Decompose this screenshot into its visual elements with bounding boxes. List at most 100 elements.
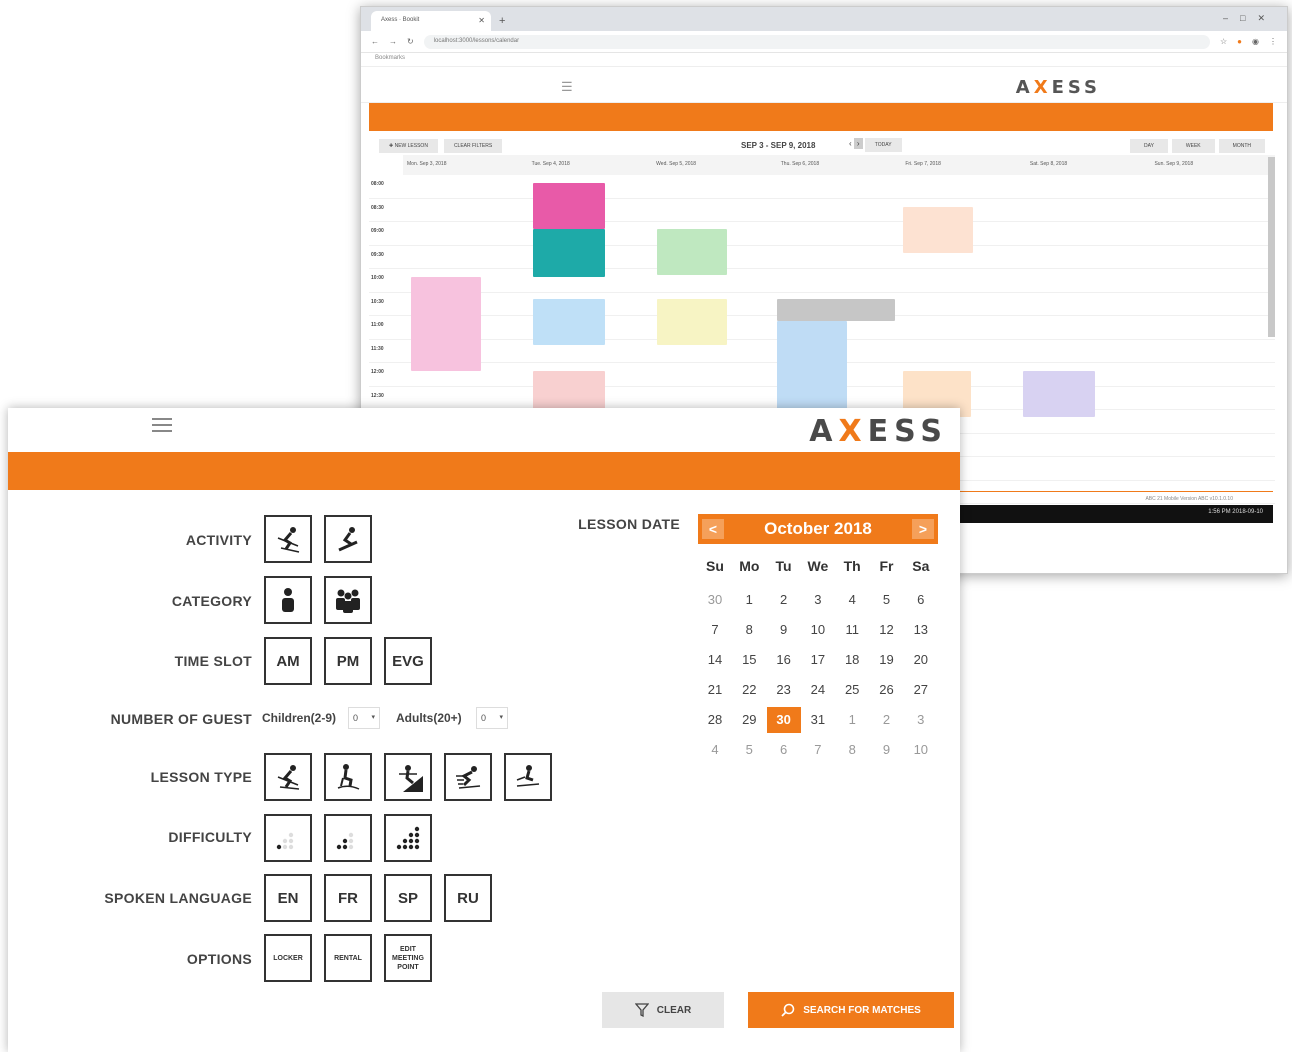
calendar-day[interactable]: 19: [870, 647, 904, 673]
browser-tab[interactable]: Axess · Bookit ✕: [371, 11, 491, 31]
calendar-event[interactable]: [1023, 371, 1095, 417]
star-icon[interactable]: ☆: [1220, 37, 1227, 46]
lesson-type-carving-button[interactable]: [264, 753, 312, 801]
forward-icon[interactable]: →: [389, 37, 397, 46]
calendar-event[interactable]: [533, 183, 605, 229]
calendar-event[interactable]: [777, 321, 847, 415]
calendar-day[interactable]: 30: [698, 587, 732, 613]
calendar-day[interactable]: 3: [801, 587, 835, 613]
view-month-button[interactable]: MONTH: [1218, 139, 1265, 153]
calendar-day[interactable]: 11: [835, 617, 869, 643]
calendar-day[interactable]: 4: [835, 587, 869, 613]
option-rental-button[interactable]: RENTAL: [324, 934, 372, 982]
time-slot-pm-button[interactable]: PM: [324, 637, 372, 685]
activity-snowboard-button[interactable]: [324, 515, 372, 563]
calendar-day[interactable]: 28: [698, 707, 732, 733]
calendar-day[interactable]: 12: [870, 617, 904, 643]
menu-icon[interactable]: ⋮: [1269, 37, 1277, 46]
time-slot-am-button[interactable]: AM: [264, 637, 312, 685]
language-sp-button[interactable]: SP: [384, 874, 432, 922]
profile-icon[interactable]: ◉: [1252, 37, 1259, 46]
adults-select[interactable]: 0 ▾: [476, 707, 508, 729]
category-private-button[interactable]: [264, 576, 312, 624]
calendar-day[interactable]: 14: [698, 647, 732, 673]
calendar-event[interactable]: [777, 299, 895, 321]
activity-ski-button[interactable]: [264, 515, 312, 563]
calendar-day[interactable]: 24: [801, 677, 835, 703]
calendar-day[interactable]: 13: [904, 617, 938, 643]
calendar-day[interactable]: 10: [904, 737, 938, 763]
url-input[interactable]: localhost:3000/lessons/calendar: [423, 34, 1210, 49]
calendar-day[interactable]: 9: [870, 737, 904, 763]
bookmarks-bar[interactable]: Bookmarks: [361, 53, 1287, 67]
calendar-day[interactable]: 21: [698, 677, 732, 703]
clear-button[interactable]: CLEAR: [602, 992, 724, 1028]
calendar-day[interactable]: 6: [904, 587, 938, 613]
lesson-type-freeride-button[interactable]: [504, 753, 552, 801]
option-edit-meeting-point-button[interactable]: EDIT MEETING POINT: [384, 934, 432, 982]
calendar-day[interactable]: 8: [732, 617, 766, 643]
calendar-day[interactable]: 23: [767, 677, 801, 703]
reload-icon[interactable]: ↻: [407, 37, 414, 46]
next-month-button[interactable]: >: [912, 519, 934, 539]
difficulty-beginner-button[interactable]: [264, 814, 312, 862]
calendar-day[interactable]: 26: [870, 677, 904, 703]
option-locker-button[interactable]: LOCKER: [264, 934, 312, 982]
difficulty-expert-button[interactable]: [384, 814, 432, 862]
calendar-day[interactable]: 15: [732, 647, 766, 673]
calendar-day[interactable]: 31: [801, 707, 835, 733]
calendar-event[interactable]: [411, 277, 481, 371]
calendar-day[interactable]: 16: [767, 647, 801, 673]
lesson-type-mogul-button[interactable]: [324, 753, 372, 801]
calendar-event[interactable]: [903, 207, 973, 253]
week-nav[interactable]: ‹ › TODAY: [849, 138, 908, 152]
language-ru-button[interactable]: RU: [444, 874, 492, 922]
calendar-event[interactable]: [533, 229, 605, 277]
calendar-day[interactable]: 27: [904, 677, 938, 703]
new-tab-icon[interactable]: +: [499, 14, 513, 28]
time-slot-evg-button[interactable]: EVG: [384, 637, 432, 685]
bg-scrollbar[interactable]: [1268, 157, 1275, 337]
calendar-day[interactable]: 20: [904, 647, 938, 673]
calendar-day[interactable]: 18: [835, 647, 869, 673]
hamburger-menu-icon[interactable]: [152, 418, 174, 434]
calendar-day[interactable]: 9: [767, 617, 801, 643]
calendar-day[interactable]: 5: [870, 587, 904, 613]
category-group-button[interactable]: [324, 576, 372, 624]
clear-filters-button[interactable]: CLEAR FILTERS: [443, 139, 503, 153]
new-lesson-button[interactable]: ✚ NEW LESSON: [379, 139, 438, 153]
calendar-day[interactable]: 6: [767, 737, 801, 763]
window-controls[interactable]: –□✕: [1223, 13, 1277, 24]
calendar-day[interactable]: 22: [732, 677, 766, 703]
calendar-day[interactable]: 4: [698, 737, 732, 763]
language-fr-button[interactable]: FR: [324, 874, 372, 922]
calendar-day[interactable]: 2: [870, 707, 904, 733]
calendar-day-selected[interactable]: 30: [766, 707, 801, 733]
calendar-day[interactable]: 29: [732, 707, 766, 733]
children-select[interactable]: 0 ▾: [348, 707, 380, 729]
lesson-type-race-button[interactable]: [444, 753, 492, 801]
calendar-day[interactable]: 2: [767, 587, 801, 613]
calendar-day[interactable]: 8: [835, 737, 869, 763]
prev-month-button[interactable]: <: [702, 519, 724, 539]
lesson-type-freestyle-button[interactable]: [384, 753, 432, 801]
calendar-day[interactable]: 10: [801, 617, 835, 643]
bg-hamburger-icon[interactable]: ☰: [561, 79, 573, 95]
extension-icon[interactable]: ●: [1237, 37, 1242, 46]
calendar-day[interactable]: 5: [732, 737, 766, 763]
calendar-event[interactable]: [657, 299, 727, 345]
close-tab-icon[interactable]: ✕: [478, 16, 485, 25]
language-en-button[interactable]: EN: [264, 874, 312, 922]
today-button[interactable]: TODAY: [864, 138, 902, 152]
calendar-event[interactable]: [657, 229, 727, 275]
back-icon[interactable]: ←: [371, 37, 379, 46]
calendar-day[interactable]: 17: [801, 647, 835, 673]
calendar-day[interactable]: 1: [732, 587, 766, 613]
calendar-day[interactable]: 1: [835, 707, 869, 733]
view-day-button[interactable]: DAY: [1130, 139, 1168, 153]
calendar-day[interactable]: 7: [801, 737, 835, 763]
calendar-event[interactable]: [533, 299, 605, 345]
calendar-day[interactable]: 7: [698, 617, 732, 643]
difficulty-intermediate-button[interactable]: [324, 814, 372, 862]
search-for-matches-button[interactable]: SEARCH FOR MATCHES: [748, 992, 954, 1028]
